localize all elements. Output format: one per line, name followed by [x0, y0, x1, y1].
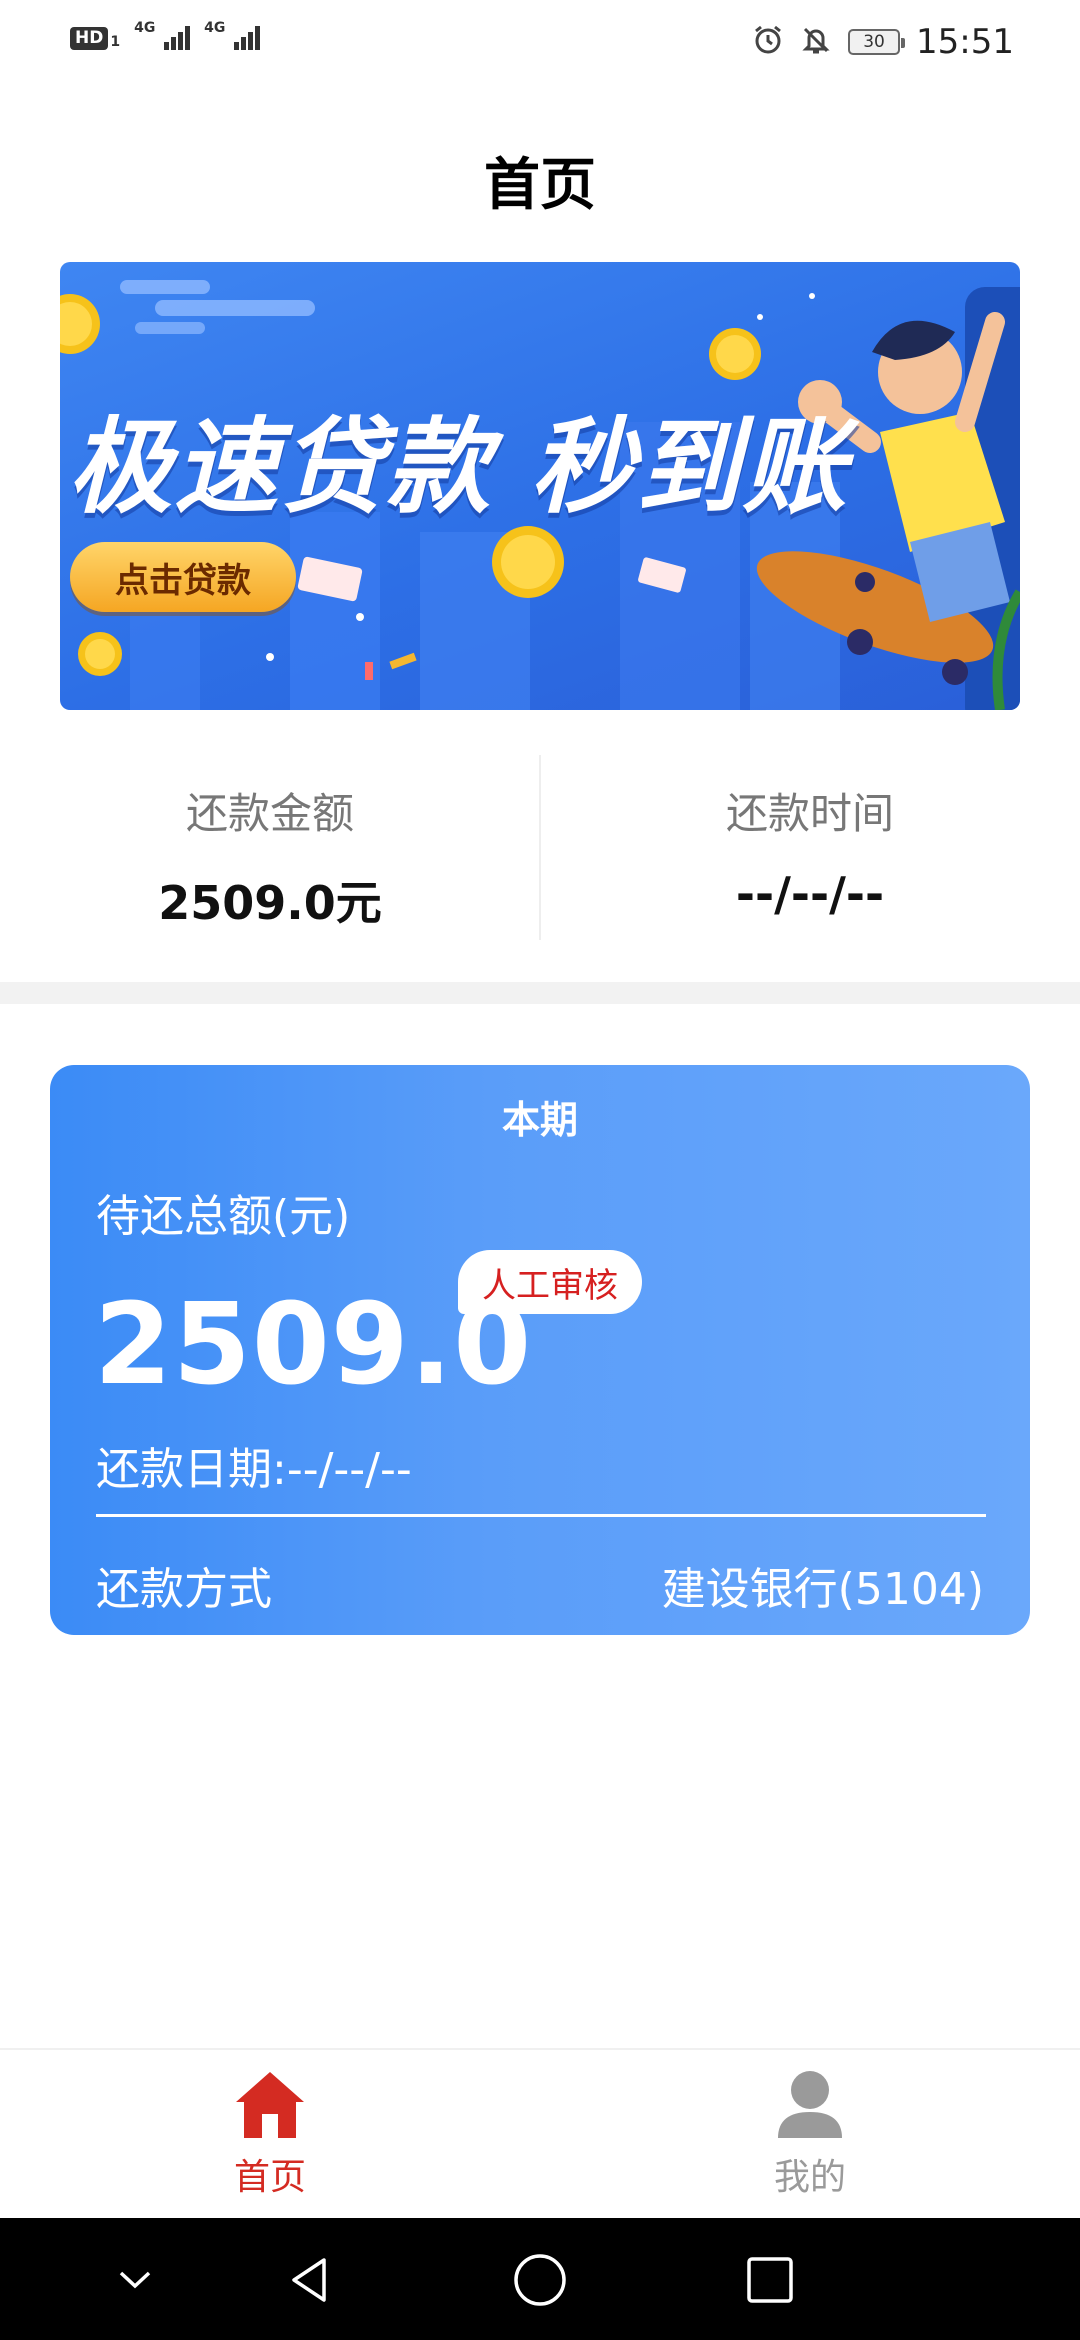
nav-item-home[interactable]: 首页 — [0, 2050, 540, 2218]
status-left: HD 1 4G 4G — [70, 20, 261, 50]
promo-banner[interactable]: 极速贷款 秒到账 点击贷款 — [60, 262, 1020, 710]
battery-level: 30 — [863, 32, 885, 52]
section-separator — [0, 982, 1080, 1004]
hd-badge: HD — [70, 26, 109, 50]
status-right: 30 15:51 — [752, 22, 1014, 62]
total-due-label: 待还总额(元) — [96, 1191, 351, 1242]
bell-off-icon — [800, 24, 832, 60]
repayment-amount-label: 还款金额 — [185, 789, 354, 838]
card-heading: 本期 — [501, 1098, 578, 1142]
status-badge: 人工审核 — [458, 1250, 642, 1314]
repayment-amount-block: 还款金额 2509.0元 — [0, 755, 540, 940]
hd-indicator: HD 1 — [70, 26, 121, 50]
home-circle-icon[interactable] — [508, 2248, 572, 2312]
repayment-time-block: 还款时间 --/--/-- — [540, 755, 1080, 940]
current-period-card[interactable]: 本期 待还总额(元) 2509.0 人工审核 还款日期:--/--/-- 还款方… — [50, 1065, 1030, 1635]
status-bar: HD 1 4G 4G 30 15:51 — [0, 0, 1080, 92]
nav-label-home: 首页 — [233, 2157, 306, 2198]
alarm-icon — [752, 24, 784, 60]
battery-icon: 30 — [848, 29, 906, 55]
chevron-down-icon[interactable] — [103, 2248, 167, 2312]
status-time: 15:51 — [916, 22, 1014, 62]
network-type: 4G — [134, 20, 156, 36]
repayment-summary: 还款金额 2509.0元 还款时间 --/--/-- — [0, 755, 1080, 940]
signal-icon: 4G — [134, 20, 191, 50]
due-date: 还款日期:--/--/-- — [96, 1444, 412, 1495]
page-title: 首页 — [484, 153, 596, 218]
recents-icon[interactable] — [738, 2248, 802, 2312]
repayment-time-label: 还款时间 — [725, 789, 894, 838]
nav-label-profile: 我的 — [773, 2157, 846, 2198]
payment-method-label: 还款方式 — [96, 1564, 272, 1615]
system-nav-bar — [0, 2218, 1080, 2340]
payment-method-value[interactable]: 建设银行(5104) — [662, 1553, 984, 1617]
bottom-nav: 首页 我的 — [0, 2048, 1080, 2218]
summary-divider — [539, 755, 541, 940]
network-type: 4G — [204, 20, 226, 36]
back-icon[interactable] — [278, 2248, 342, 2312]
user-icon — [772, 2068, 848, 2144]
home-icon — [232, 2068, 308, 2144]
signal-icon: 4G — [204, 20, 261, 50]
nav-item-profile[interactable]: 我的 — [540, 2050, 1080, 2218]
card-divider — [96, 1514, 986, 1517]
sim-number: 1 — [110, 33, 121, 50]
repayment-amount-value: 2509.0元 — [158, 876, 382, 930]
banner-headline: 极速贷款 秒到账 — [68, 406, 849, 528]
repayment-time-value: --/--/-- — [735, 867, 885, 921]
apply-loan-button[interactable]: 点击贷款 — [70, 542, 296, 612]
